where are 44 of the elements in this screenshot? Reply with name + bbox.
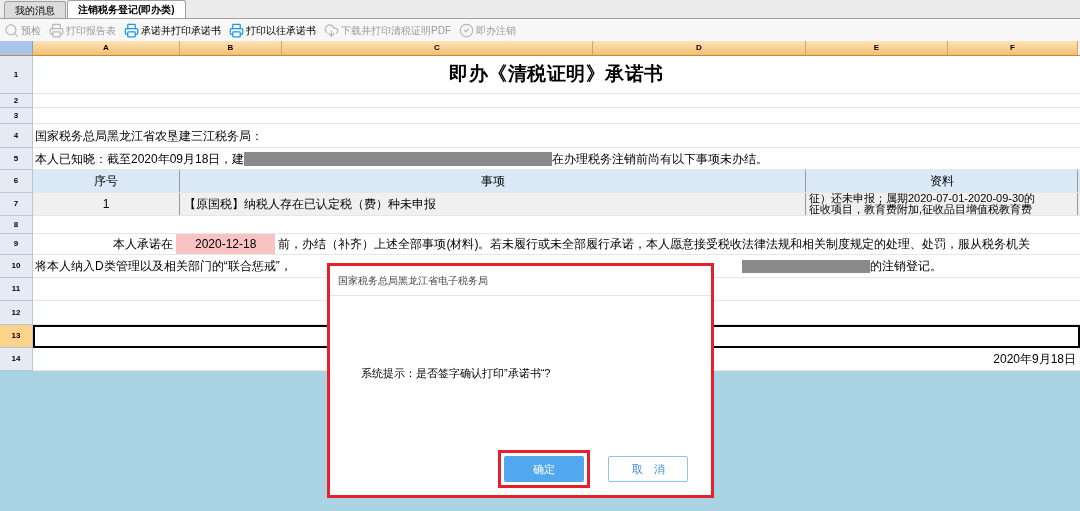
- promise-text: 前，办结（补齐）上述全部事项(材料)。若未履行或未全部履行承诺，本人愿意接受税收法律法规和相关制度规定的处理、处罚，服从税务机关: [278, 236, 1031, 253]
- document-title: 即办《清税证明》承诺书: [449, 62, 664, 87]
- table-header-cell: 事项: [180, 170, 806, 192]
- column-header[interactable]: D: [593, 41, 806, 55]
- notice-text: 本人已知晓：截至2020年09月18日，建: [35, 150, 245, 168]
- row-header[interactable]: 12: [0, 301, 33, 325]
- notice-text: 在办理税务注销前尚有以下事项未办结。: [552, 150, 769, 168]
- dialog-button[interactable]: 取 消: [608, 456, 688, 483]
- row-header[interactable]: 5: [0, 148, 33, 170]
- toolbar-button[interactable]: 打印以往承诺书: [229, 22, 316, 38]
- table-cell: 【原国税】纳税人存在已认定税（费）种未申报: [180, 193, 806, 215]
- dialog-message: 系统提示：是否签字确认打印”承诺书“?: [361, 366, 551, 382]
- signature-date: 2020年9月18日: [993, 351, 1076, 368]
- row-header[interactable]: 2: [0, 94, 33, 108]
- column-header[interactable]: F: [948, 41, 1078, 55]
- table-header-cell: 资料: [806, 170, 1078, 192]
- row-header[interactable]: 14: [0, 348, 33, 371]
- promise-text: 本人承诺在: [113, 236, 173, 253]
- column-header[interactable]: A: [33, 41, 180, 55]
- toolbar-button[interactable]: 承诺并打印承诺书: [124, 22, 221, 38]
- table-cell: 征）还未申报；属期2020-07-01-2020-09-30的 征收项目，教育费附加,征收品目增值税教育费: [806, 193, 1078, 215]
- row-header[interactable]: 11: [0, 278, 33, 301]
- tab[interactable]: 我的消息: [4, 1, 66, 18]
- row-header[interactable]: 3: [0, 108, 33, 124]
- dialog-title: 国家税务总局黑龙江省电子税务局: [338, 274, 488, 288]
- table-header-cell: 序号: [33, 170, 180, 192]
- addressee-text: 国家税务总局黑龙江省农垦建三江税务局：: [35, 127, 263, 145]
- column-header[interactable]: E: [806, 41, 948, 55]
- row-header[interactable]: 6: [0, 170, 33, 193]
- row-header[interactable]: 7: [0, 193, 33, 216]
- commitment-text: 的注销登记。: [869, 258, 942, 275]
- deadline-date: 2020-12-18: [176, 234, 276, 254]
- row-header[interactable]: 8: [0, 216, 33, 234]
- row-header[interactable]: 13: [0, 325, 33, 348]
- row-header[interactable]: 9: [0, 234, 33, 255]
- row-header[interactable]: 10: [0, 255, 33, 278]
- row-header[interactable]: 1: [0, 56, 33, 94]
- commitment-text: 将本人纳入D类管理以及相关部门的“联合惩戒”，: [35, 258, 292, 275]
- table-cell: 1: [33, 193, 180, 215]
- column-header[interactable]: C: [282, 41, 593, 55]
- row-header[interactable]: 4: [0, 124, 33, 148]
- select-all-corner[interactable]: [0, 41, 33, 55]
- tab[interactable]: 注销税务登记(即办类): [67, 0, 186, 18]
- column-header[interactable]: B: [180, 41, 282, 55]
